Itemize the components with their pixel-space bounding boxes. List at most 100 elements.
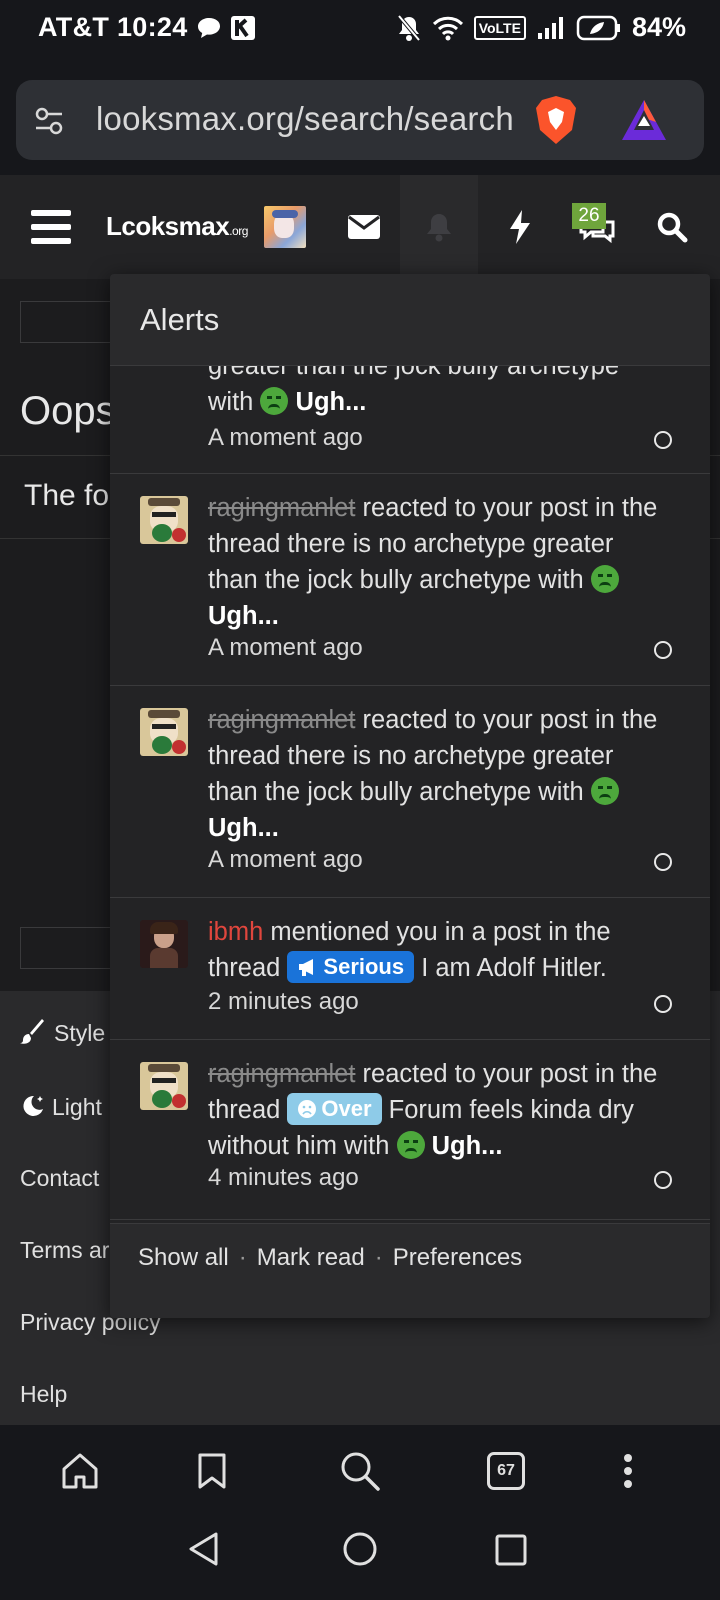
mark-read-toggle[interactable]: [654, 431, 672, 449]
page-heading: Oops: [20, 389, 116, 433]
wifi-icon: [432, 16, 463, 40]
user-avatar[interactable]: [140, 496, 188, 544]
mark-read-toggle[interactable]: [654, 641, 672, 659]
signal-icon: [537, 16, 563, 39]
browser-bottom-bar: 67: [0, 1425, 720, 1517]
conversations-badge: 26: [572, 203, 606, 229]
moon-icon: [23, 1095, 43, 1116]
separator: ·: [374, 1244, 383, 1271]
alerts-popup: Alerts greater than the jock bully arche…: [110, 274, 710, 1318]
brave-shields-icon[interactable]: [532, 94, 580, 146]
alerts-title: Alerts: [140, 302, 220, 337]
whats-new-button[interactable]: [490, 175, 550, 279]
volte-badge: VoLTE: [473, 15, 526, 40]
alert-with: with: [208, 388, 254, 416]
mark-read-toggle[interactable]: [654, 995, 672, 1013]
show-all-link[interactable]: Show all: [138, 1244, 229, 1272]
footer-contact-link[interactable]: Contact: [20, 1165, 99, 1192]
alert-time: A moment ago: [208, 424, 363, 451]
status-bar: AT&T 10:24 VoLTE 84%: [0, 0, 720, 60]
alert-item[interactable]: ragingmanlet reacted to your post in the…: [110, 686, 710, 898]
user-avatar-button[interactable]: [262, 175, 308, 279]
alert-time: A moment ago: [208, 634, 363, 661]
home-button[interactable]: [52, 1443, 108, 1499]
search-icon: [657, 212, 688, 243]
battery-percent: 84%: [631, 12, 686, 42]
alert-username[interactable]: ragingmanlet: [208, 494, 355, 522]
sick-face-icon: [260, 387, 289, 415]
alerts-list[interactable]: greater than the jock bully archetype wi…: [110, 366, 710, 1223]
url-text[interactable]: looksmax.org/search/search: [96, 100, 514, 138]
thread-prefix-label[interactable]: Over: [287, 1093, 382, 1125]
alert-item[interactable]: ragingmanlet reacted to your post in the…: [110, 474, 710, 686]
mark-read-toggle[interactable]: [654, 853, 672, 871]
alert-time: A moment ago: [208, 846, 363, 873]
back-icon[interactable]: [186, 1531, 222, 1567]
label-text: Over: [321, 1096, 372, 1121]
footer-style-link[interactable]: Style: [20, 1019, 105, 1047]
inbox-button[interactable]: [328, 175, 400, 279]
k-app-icon: [230, 15, 255, 40]
hamburger-icon: [31, 210, 71, 244]
search-tab-button[interactable]: [332, 1443, 388, 1499]
envelope-icon: [348, 215, 380, 239]
preferences-link[interactable]: Preferences: [393, 1244, 522, 1272]
mark-read-link[interactable]: Mark read: [257, 1244, 365, 1272]
address-bar[interactable]: looksmax.org/search/search: [16, 80, 704, 160]
alert-username[interactable]: ibmh: [208, 918, 263, 946]
system-navigation-bar: [0, 1517, 720, 1600]
bookmarks-button[interactable]: [184, 1443, 240, 1499]
carrier-time: AT&T 10:24: [38, 12, 188, 42]
browser-toolbar: looksmax.org/search/search: [0, 60, 720, 175]
brave-rewards-icon[interactable]: [620, 98, 668, 142]
sick-face-icon: [590, 777, 619, 805]
mark-read-toggle[interactable]: [654, 1171, 672, 1189]
thread-prefix-label[interactable]: Serious: [287, 951, 415, 983]
reaction-name: Ugh...: [295, 388, 367, 416]
site-logo[interactable]: Lcoksmax.org: [106, 211, 248, 242]
alert-time: 4 minutes ago: [208, 1164, 359, 1191]
paintbrush-icon: [20, 1019, 44, 1044]
logo-suffix: .org: [229, 224, 248, 238]
search-icon: [341, 1452, 380, 1491]
alert-text: ragingmanlet reacted to your post in the…: [208, 1056, 668, 1164]
footer-link-text: Style: [54, 1020, 106, 1046]
user-avatar[interactable]: [140, 1062, 188, 1110]
alert-text: greater than the jock bully archetype wi…: [208, 366, 668, 420]
search-button[interactable]: [640, 175, 704, 279]
more-menu-button[interactable]: [600, 1443, 656, 1499]
megaphone-icon: [299, 959, 314, 976]
alert-text: ibmh mentioned you in a post in the thre…: [208, 914, 668, 986]
site-settings-icon[interactable]: [34, 106, 64, 136]
bookmark-icon: [198, 1453, 226, 1489]
recents-icon[interactable]: [494, 1533, 528, 1567]
logo-text: Lcoksmax: [106, 211, 230, 241]
alert-username[interactable]: ragingmanlet: [208, 706, 355, 734]
reaction-name: Ugh...: [208, 602, 279, 630]
alert-item-partial[interactable]: greater than the jock bully archetype wi…: [110, 366, 710, 474]
home-icon: [62, 1453, 98, 1489]
menu-button[interactable]: [20, 175, 82, 279]
footer-light-link[interactable]: Light: [20, 1093, 102, 1121]
label-text: Serious: [323, 954, 405, 979]
separator: ·: [238, 1244, 247, 1271]
home-circle-icon[interactable]: [342, 1531, 378, 1567]
page-text: The fo: [24, 479, 110, 512]
alert-username[interactable]: ragingmanlet: [208, 1060, 355, 1088]
thread-title[interactable]: I am Adolf Hitler.: [421, 954, 607, 982]
more-vertical-icon: [624, 1454, 632, 1488]
sick-face-icon: [396, 1131, 425, 1159]
alerts-header: Alerts: [110, 274, 710, 366]
mute-icon: [397, 14, 421, 41]
user-avatar[interactable]: [140, 708, 188, 756]
footer-terms-link[interactable]: Terms ar: [20, 1237, 109, 1264]
reaction-name: Ugh...: [431, 1132, 503, 1160]
footer-help-link[interactable]: Help: [20, 1381, 67, 1408]
tabs-button[interactable]: 67: [478, 1443, 534, 1499]
alert-item[interactable]: ibmh mentioned you in a post in the thre…: [110, 898, 710, 1040]
sick-face-icon: [590, 565, 619, 593]
lightning-icon: [510, 210, 530, 244]
site-navigation: Lcoksmax.org: [0, 175, 720, 279]
user-avatar[interactable]: [140, 920, 188, 968]
alert-item[interactable]: ragingmanlet reacted to your post in the…: [110, 1040, 710, 1220]
